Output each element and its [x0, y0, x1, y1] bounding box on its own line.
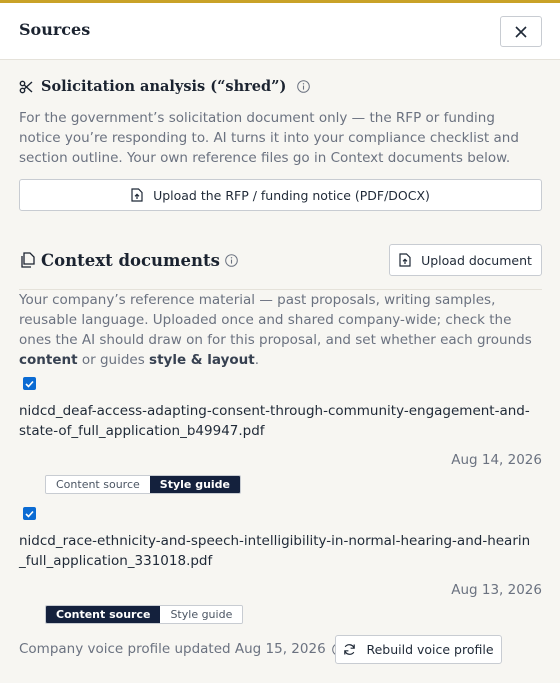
style-guide-option[interactable]: Style guide [160, 606, 243, 623]
context-desc-text: Your company’s reference material — past… [19, 292, 532, 348]
style-guide-option[interactable]: Style guide [149, 476, 241, 493]
info-icon[interactable] [225, 254, 238, 267]
info-icon[interactable] [297, 80, 311, 93]
context-desc-text: or guides [77, 352, 150, 368]
file-upload-icon [399, 253, 411, 267]
upload-rfp-label: Upload the RFP / funding notice (PDF/DOC… [153, 187, 430, 203]
document-filename: nidcd_race-ethnicity-and-speech-intellig… [19, 533, 531, 569]
content-source-option[interactable]: Content source [46, 476, 150, 493]
document-checkbox[interactable] [23, 377, 36, 390]
context-description: Your company’s reference material — past… [19, 290, 534, 370]
close-icon [515, 25, 527, 38]
context-heading: Context documents [19, 251, 238, 270]
document-role-toggle: Content source Style guide [45, 475, 242, 494]
checkmark-icon [25, 510, 34, 518]
checkmark-icon [25, 380, 34, 388]
close-button[interactable] [500, 16, 542, 47]
document-date: Aug 14, 2026 [451, 452, 542, 468]
document-date: Aug 13, 2026 [451, 582, 542, 598]
content-source-option[interactable]: Content source [46, 606, 161, 623]
document-checkbox[interactable] [23, 507, 36, 520]
solicitation-description: For the government’s solicitation docume… [19, 110, 519, 166]
rebuild-voice-profile-label: Rebuild voice profile [366, 642, 494, 657]
document-role-toggle: Content source Style guide [45, 605, 244, 624]
refresh-icon [344, 644, 356, 655]
context-title: Context documents [41, 251, 220, 270]
document-filename: nidcd_deaf-access-adapting-consent-throu… [19, 403, 530, 439]
panel-header: Sources [0, 3, 560, 60]
documents-icon [21, 252, 35, 268]
rebuild-voice-profile-button[interactable]: Rebuild voice profile [335, 635, 502, 664]
context-desc-style: style & layout [149, 352, 255, 368]
context-desc-content: content [19, 352, 78, 368]
panel-title: Sources [19, 20, 91, 39]
solicitation-title: Solicitation analysis (“shred”) [41, 78, 287, 95]
upload-rfp-button[interactable]: Upload the RFP / funding notice (PDF/DOC… [19, 179, 542, 211]
voice-profile-status: Company voice profile updated Aug 15, 20… [19, 641, 345, 657]
solicitation-heading: Solicitation analysis (“shred”) [19, 78, 311, 95]
upload-document-label: Upload document [421, 252, 532, 268]
context-desc-text: . [254, 352, 260, 368]
scissors-icon [19, 80, 33, 93]
file-upload-icon [131, 188, 143, 202]
voice-profile-text: Company voice profile updated Aug 15, 20… [19, 641, 326, 657]
upload-document-button[interactable]: Upload document [389, 244, 542, 276]
